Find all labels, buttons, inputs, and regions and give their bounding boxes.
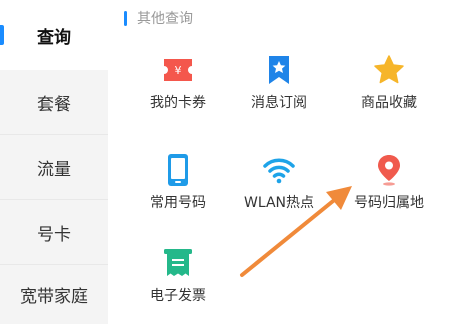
- grid-item-label: 号码归属地: [354, 195, 424, 211]
- grid-item-common-numbers[interactable]: 常用号码: [123, 150, 233, 230]
- sidebar-item-data[interactable]: 流量: [0, 135, 108, 200]
- wifi-icon: [224, 150, 334, 190]
- grid-item-favorites[interactable]: 商品收藏: [334, 50, 444, 130]
- svg-text:¥: ¥: [175, 64, 182, 77]
- section-accent-bar: [124, 10, 127, 26]
- phone-icon: [123, 150, 233, 190]
- grid-item-label: 消息订阅: [251, 95, 307, 111]
- star-icon: [334, 50, 444, 90]
- grid-item-e-invoice[interactable]: 电子发票: [123, 243, 233, 323]
- active-indicator: [0, 25, 4, 45]
- sidebar-item-broadband[interactable]: 宽带家庭: [0, 265, 108, 324]
- grid-item-label: 常用号码: [150, 195, 206, 211]
- sidebar-item-sim-card[interactable]: 号卡: [0, 200, 108, 265]
- sidebar-item-label: 宽带家庭: [20, 287, 88, 307]
- section-header: 其他查询: [124, 8, 193, 28]
- bookmark-star-icon: [224, 50, 334, 90]
- screen: 查询 套餐 流量 号卡 宽带家庭 其他查询 ¥ 我的卡券 消息订阅 商品收藏 常…: [0, 0, 450, 324]
- sidebar-item-label: 套餐: [37, 94, 71, 115]
- grid-item-message-subscription[interactable]: 消息订阅: [224, 50, 334, 130]
- grid-item-label: 我的卡券: [150, 95, 206, 111]
- section-title: 其他查询: [137, 11, 193, 27]
- sidebar-item-label: 号卡: [37, 224, 71, 245]
- sidebar-item-label: 查询: [37, 27, 71, 48]
- grid-item-number-location[interactable]: 号码归属地: [334, 150, 444, 230]
- grid-item-label: 商品收藏: [361, 95, 417, 111]
- main-panel: 其他查询 ¥ 我的卡券 消息订阅 商品收藏 常用号码 WLAN热点 号码归属地 …: [108, 0, 450, 324]
- sidebar-item-query[interactable]: 查询: [0, 0, 108, 70]
- sidebar: 查询 套餐 流量 号卡 宽带家庭: [0, 0, 108, 324]
- sidebar-item-label: 流量: [37, 159, 71, 180]
- grid-item-wlan-hotspot[interactable]: WLAN热点: [224, 150, 334, 230]
- location-pin-icon: [334, 150, 444, 190]
- coupon-icon: ¥: [123, 50, 233, 90]
- grid-item-my-coupons[interactable]: ¥ 我的卡券: [123, 50, 233, 130]
- sidebar-item-package[interactable]: 套餐: [0, 70, 108, 135]
- grid-item-label: WLAN热点: [243, 195, 314, 211]
- invoice-icon: [123, 243, 233, 283]
- grid-item-label: 电子发票: [150, 288, 206, 304]
